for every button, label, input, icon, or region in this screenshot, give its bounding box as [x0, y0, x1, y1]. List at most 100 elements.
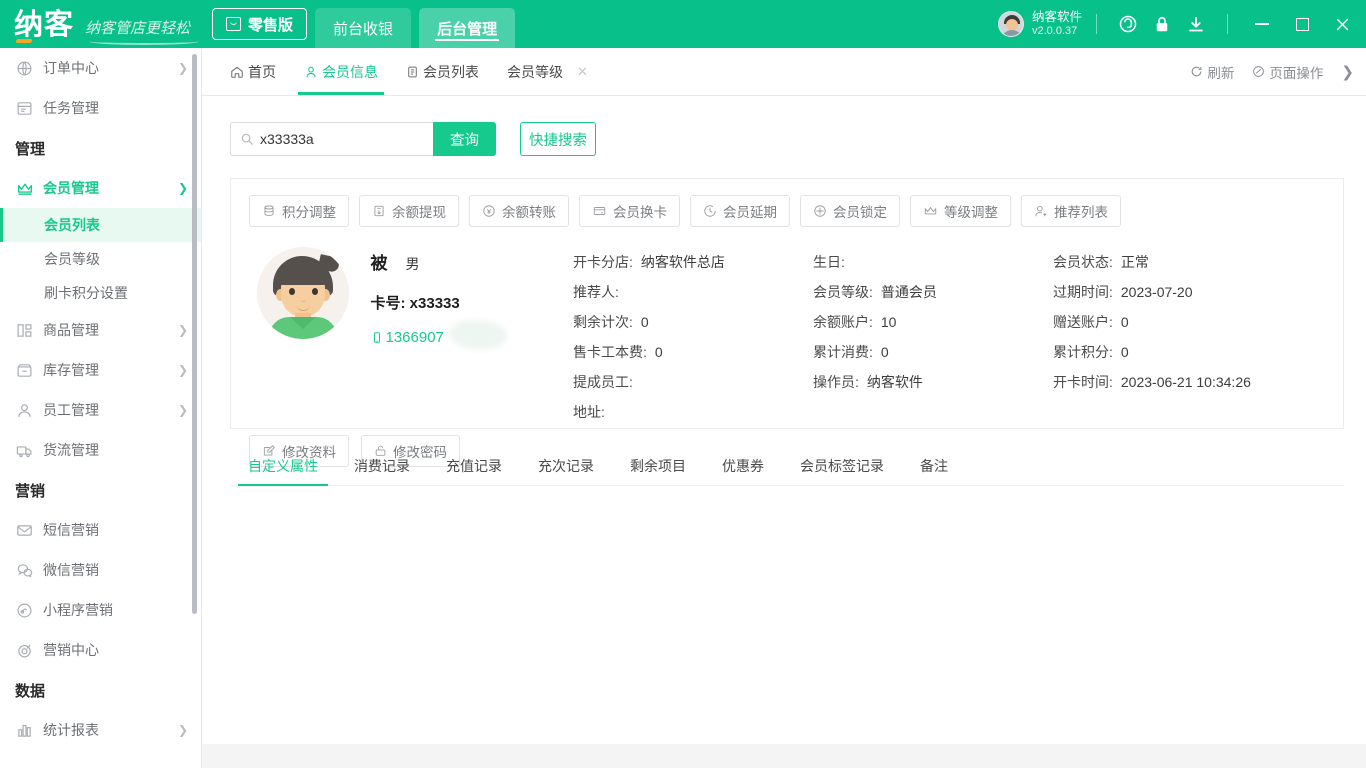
sidebar-item-logistics[interactable]: 货流管理: [0, 430, 202, 470]
action-referral-list[interactable]: 推荐列表: [1021, 195, 1121, 227]
chart-icon: [15, 721, 34, 740]
tab-member-list[interactable]: 会员列表: [392, 48, 493, 95]
field-label: 开卡分店:: [573, 252, 633, 272]
title-bar: 纳客 纳客管店更轻松 零售版 前台收银 后台管理 纳客软件 v2.0.0.37: [0, 0, 1366, 48]
tab-label: 会员信息: [322, 62, 378, 82]
tab-consumption-records[interactable]: 消费记录: [336, 446, 428, 485]
sidebar-item-wechat-marketing[interactable]: 微信营销: [0, 550, 202, 590]
user-info[interactable]: 纳客软件 v2.0.0.37: [998, 10, 1082, 37]
tab-remaining-items[interactable]: 剩余项目: [612, 446, 704, 485]
person-add-icon: [1034, 204, 1048, 218]
action-change-card[interactable]: 会员换卡: [579, 195, 680, 227]
sidebar-item-label: 商品管理: [43, 320, 99, 340]
sidebar-item-inventory[interactable]: 库存管理 ❯: [0, 350, 202, 390]
maximize-button[interactable]: [1282, 7, 1322, 41]
field-label: 开卡时间:: [1053, 372, 1113, 392]
topbar-tab-cashier[interactable]: 前台收银: [315, 8, 411, 48]
minimize-button[interactable]: [1242, 7, 1282, 41]
quick-search-button[interactable]: 快捷搜索: [520, 122, 596, 156]
query-button[interactable]: 查询: [433, 122, 496, 156]
list-icon: [406, 65, 419, 79]
sidebar-item-staff[interactable]: 员工管理 ❯: [0, 390, 202, 430]
topbar-tab-backend[interactable]: 后台管理: [419, 8, 515, 48]
field-value: 纳客软件: [867, 372, 923, 392]
sidebar-item-member-list[interactable]: 会员列表: [0, 208, 202, 242]
field-value: 2023-06-21 10:34:26: [1121, 374, 1251, 390]
sidebar-item-sms-marketing[interactable]: 短信营销: [0, 510, 202, 550]
close-button[interactable]: [1322, 7, 1362, 41]
main-content: 查询 快捷搜索 积分调整 余额提现: [202, 96, 1366, 768]
close-icon[interactable]: ✕: [577, 64, 588, 80]
action-level-adjust[interactable]: 等级调整: [910, 195, 1011, 227]
tab-custom-attributes[interactable]: 自定义属性: [230, 446, 336, 485]
sidebar-item-member-management[interactable]: 会员管理 ❯: [0, 168, 202, 208]
member-field-grid: 开卡分店:纳客软件总店 推荐人: 剩余计次:0 售卡工本费:0 提成员工: 地址…: [573, 241, 1343, 427]
field-label: 地址:: [573, 402, 605, 422]
refresh-icon: [1190, 65, 1203, 78]
action-balance-withdraw[interactable]: 余额提现: [359, 195, 459, 227]
crown-icon: [15, 179, 34, 198]
tab-member-level[interactable]: 会员等级 ✕: [493, 48, 602, 95]
search-icon: [240, 132, 254, 146]
action-points-adjust[interactable]: 积分调整: [249, 195, 349, 227]
sidebar-item-goods[interactable]: 商品管理 ❯: [0, 310, 202, 350]
page-operations-button[interactable]: 页面操作: [1252, 62, 1323, 82]
sidebar-item-member-level[interactable]: 会员等级: [0, 242, 202, 276]
field-row: 生日:: [813, 247, 1043, 277]
action-label: 会员换卡: [613, 201, 667, 221]
topbar-tab-label: 后台管理: [437, 18, 497, 39]
member-avatar: [257, 247, 349, 339]
member-card: 积分调整 余额提现 余额转账: [230, 178, 1344, 429]
refresh-button[interactable]: 刷新: [1190, 62, 1234, 82]
action-extend-member[interactable]: 会员延期: [690, 195, 790, 227]
field-row: 开卡分店:纳客软件总店: [573, 247, 803, 277]
field-label: 会员等级:: [813, 282, 873, 302]
tab-home[interactable]: 首页: [216, 48, 290, 95]
action-balance-transfer[interactable]: 余额转账: [469, 195, 569, 227]
download-icon[interactable]: [1179, 7, 1213, 41]
field-value: 0: [1121, 314, 1129, 330]
home-icon: [230, 65, 244, 79]
bottom-strip: [202, 744, 1366, 768]
field-label: 余额账户:: [813, 312, 873, 332]
tab-coupons[interactable]: 优惠券: [704, 446, 782, 485]
box-icon: [15, 361, 34, 380]
task-icon: [15, 99, 34, 118]
tab-times-records[interactable]: 充次记录: [520, 446, 612, 485]
sidebar-scrollbar[interactable]: [192, 54, 197, 614]
app-version: v2.0.0.37: [1032, 25, 1082, 38]
tab-member-tag-records[interactable]: 会员标签记录: [782, 446, 902, 485]
member-gender: 男: [406, 254, 420, 274]
search-input[interactable]: [260, 131, 420, 147]
sidebar-group-marketing: 营销: [0, 470, 202, 510]
sidebar-group-data: 数据: [0, 670, 202, 710]
field-row: 提成员工:: [573, 367, 803, 397]
sidebar-item-label: 小程序营销: [43, 600, 113, 620]
action-lock-member[interactable]: 会员锁定: [800, 195, 900, 227]
detail-tab-label: 优惠券: [722, 456, 764, 476]
field-label: 推荐人:: [573, 282, 619, 302]
field-label: 提成员工:: [573, 372, 633, 392]
field-row: 累计消费:0: [813, 337, 1043, 367]
chevron-right-icon[interactable]: ❯: [1341, 63, 1354, 81]
tab-member-info[interactable]: 会员信息: [290, 48, 392, 95]
divider: [1227, 14, 1228, 34]
tab-remarks[interactable]: 备注: [902, 446, 966, 485]
sidebar-item-order-center[interactable]: 订单中心 ❯: [0, 48, 202, 88]
field-row: 推荐人:: [573, 277, 803, 307]
member-icon: [304, 65, 318, 79]
sidebar-item-miniprogram-marketing[interactable]: 小程序营销: [0, 590, 202, 630]
member-avatar-column: [249, 241, 371, 427]
action-label: 余额转账: [502, 201, 556, 221]
lock-icon[interactable]: [1145, 7, 1179, 41]
tab-recharge-records[interactable]: 充值记录: [428, 446, 520, 485]
sidebar-item-card-points-setting[interactable]: 刷卡积分设置: [0, 276, 202, 310]
sidebar-item-reports[interactable]: 统计报表 ❯: [0, 710, 202, 750]
search-box[interactable]: [230, 122, 433, 156]
field-value: 10: [881, 314, 897, 330]
sidebar-item-task[interactable]: 任务管理: [0, 88, 202, 128]
headset-icon[interactable]: [1111, 7, 1145, 41]
clock-icon: [703, 204, 717, 218]
wechat-icon: [15, 561, 34, 580]
sidebar-item-marketing-center[interactable]: 营销中心: [0, 630, 202, 670]
